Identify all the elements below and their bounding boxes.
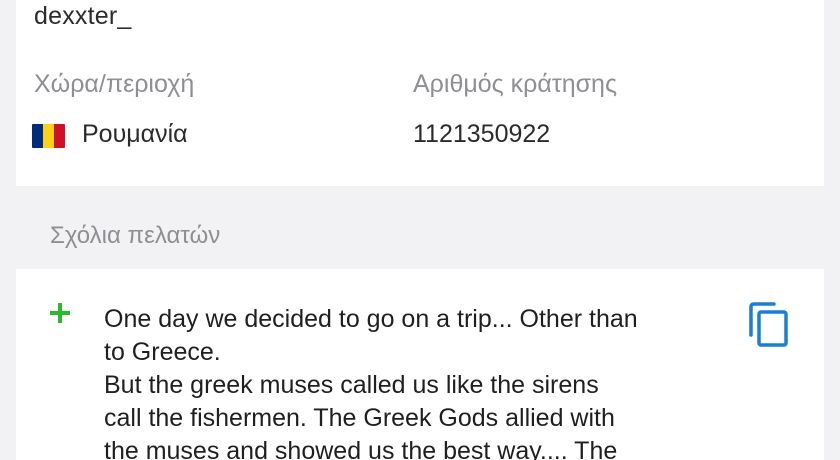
reviewer-username: dexxter_: [34, 2, 132, 30]
booking-number-value: 1121350922: [413, 120, 551, 148]
copy-icon[interactable]: [747, 301, 791, 349]
plus-icon: [50, 303, 70, 323]
comment-card: One day we decided to go on a trip... Ot…: [16, 269, 824, 460]
romania-flag-icon: [32, 124, 65, 148]
flag-stripe-blue: [32, 124, 43, 148]
booking-number-label: Αριθμός κράτησης: [413, 70, 617, 98]
comment-line: the muses and showed us the best way....…: [104, 437, 618, 460]
guest-comments-title: Σχόλια πελατών: [50, 222, 221, 249]
comment-line: call the fishermen. The Greek Gods allie…: [104, 404, 615, 432]
comment-line: But the greek muses called us like the s…: [104, 371, 599, 399]
country-value: Ρουμανία: [82, 120, 188, 148]
flag-stripe-yellow: [43, 124, 54, 148]
comment-line: One day we decided to go on a trip... Ot…: [104, 305, 638, 333]
flag-stripe-red: [54, 124, 65, 148]
country-label: Χώρα/περιοχή: [34, 70, 195, 98]
comment-line: to Greece.: [104, 338, 221, 366]
comment-text: One day we decided to go on a trip... Ot…: [104, 303, 744, 460]
